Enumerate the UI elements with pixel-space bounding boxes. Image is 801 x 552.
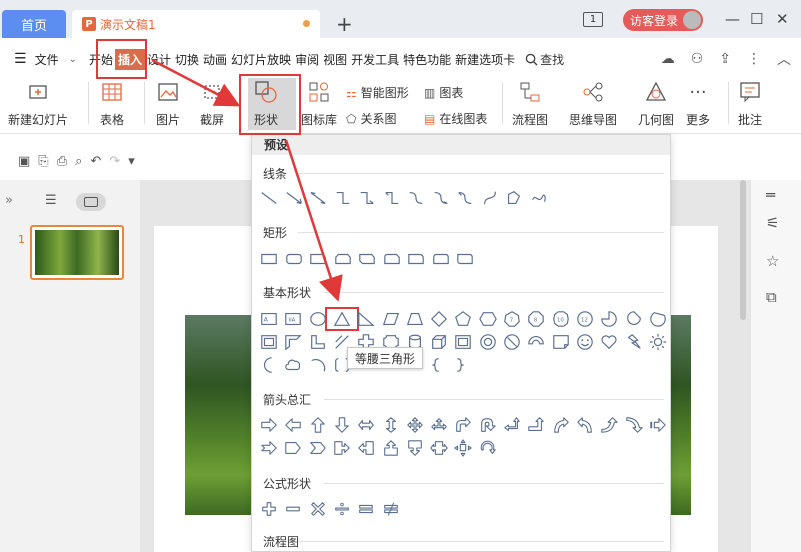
- annotation-arrows: [151, 58, 343, 302]
- annotation-arrow-1: [151, 58, 241, 107]
- annotation-arrow-2: [284, 139, 343, 302]
